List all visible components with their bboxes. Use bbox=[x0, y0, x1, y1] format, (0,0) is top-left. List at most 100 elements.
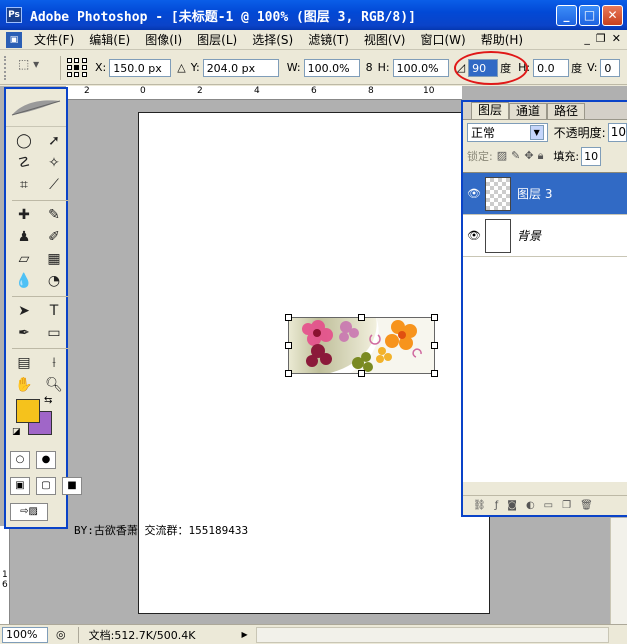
notes-tool-icon[interactable]: ▤ bbox=[12, 353, 36, 374]
tab-paths[interactable]: 路径 bbox=[547, 103, 586, 119]
y-position-field[interactable]: 204.0 px bbox=[202, 58, 279, 77]
doc-minimize-button[interactable]: _ bbox=[584, 32, 590, 45]
close-button[interactable]: ✕ bbox=[602, 5, 623, 26]
type-tool-icon[interactable]: T bbox=[42, 301, 66, 322]
transform-handle[interactable] bbox=[285, 370, 292, 377]
rotation-angle-field[interactable]: 90 bbox=[468, 58, 499, 77]
x-position-field[interactable]: 150.0 px bbox=[109, 58, 172, 77]
blend-mode-select[interactable]: 正常 ▼ bbox=[467, 122, 548, 142]
menu-view[interactable]: 视图(V) bbox=[358, 31, 415, 48]
shape-tool-icon[interactable]: ▭ bbox=[42, 323, 66, 344]
title-bar: Ps Adobe Photoshop - [未标题-1 @ 100% (图层 3… bbox=[0, 0, 627, 30]
menu-window[interactable]: 窗口(W) bbox=[414, 31, 474, 48]
screen-mode-row: ▣ ▢ ■ bbox=[10, 477, 82, 495]
layer-row-layer3[interactable]: 👁︎ 图层 3 bbox=[463, 173, 627, 215]
full-screen-button[interactable]: ■ bbox=[62, 477, 82, 495]
magic-wand-tool-icon[interactable]: ✧ bbox=[42, 153, 66, 174]
lock-all-icon[interactable]: 🔒︎ bbox=[538, 149, 544, 163]
transform-handle[interactable] bbox=[431, 342, 438, 349]
relative-position-icon[interactable]: △ bbox=[177, 61, 185, 74]
foreground-color-swatch[interactable] bbox=[16, 399, 40, 423]
standard-screen-button[interactable]: ▣ bbox=[10, 477, 30, 495]
crop-tool-icon[interactable]: ⌗ bbox=[12, 175, 36, 196]
menu-filter[interactable]: 滤镜(T) bbox=[302, 31, 358, 48]
layer-mask-icon[interactable]: ◙ bbox=[507, 500, 517, 511]
transform-handle[interactable] bbox=[285, 314, 292, 321]
quick-mask-button[interactable]: ● bbox=[36, 451, 56, 469]
standard-mode-button[interactable]: ○ bbox=[10, 451, 30, 469]
chevron-down-icon[interactable]: ▼ bbox=[529, 124, 544, 140]
layer-style-icon[interactable]: ƒ bbox=[495, 500, 499, 511]
status-icon[interactable]: ◎ bbox=[56, 628, 66, 641]
feather-icon[interactable] bbox=[10, 97, 62, 119]
blur-tool-icon[interactable]: 💧 bbox=[12, 271, 36, 292]
transform-handle[interactable] bbox=[431, 314, 438, 321]
layer-row-background[interactable]: 👁︎ 背景 bbox=[463, 215, 627, 257]
options-grip[interactable] bbox=[4, 55, 8, 80]
horizontal-scrollbar[interactable] bbox=[255, 626, 609, 643]
eye-icon[interactable]: 👁︎ bbox=[463, 187, 485, 200]
eraser-tool-icon[interactable]: ▱ bbox=[12, 249, 36, 270]
path-selection-tool-icon[interactable]: ➤ bbox=[12, 301, 36, 322]
lasso-tool-icon[interactable]: ☡ bbox=[12, 153, 36, 174]
flower-layer-image[interactable] bbox=[288, 317, 435, 374]
new-layer-icon[interactable]: ❐ bbox=[562, 500, 571, 511]
marquee-tool-icon[interactable]: ◯ bbox=[12, 131, 36, 152]
lock-transparency-icon[interactable]: ▨ bbox=[497, 149, 507, 163]
jump-to-imageready-button[interactable]: ⇨▨ bbox=[10, 503, 48, 521]
history-brush-tool-icon[interactable]: ✐ bbox=[42, 227, 66, 248]
adjustment-layer-icon[interactable]: ◐ bbox=[526, 500, 535, 511]
opacity-field[interactable]: 10 bbox=[607, 122, 627, 142]
eyedropper-tool-icon[interactable]: ⟊ bbox=[42, 353, 66, 374]
h-skew-field[interactable]: 0.0 bbox=[533, 58, 570, 77]
document-icon[interactable]: ▣ bbox=[6, 31, 22, 48]
angle-icon: ◿ bbox=[456, 61, 466, 74]
minimize-button[interactable]: _ bbox=[556, 5, 577, 26]
transform-handle[interactable] bbox=[358, 370, 365, 377]
doc-restore-button[interactable]: ❐ bbox=[596, 32, 606, 45]
height-scale-field[interactable]: 100.0% bbox=[392, 58, 449, 77]
lock-pixels-icon[interactable]: ✎ bbox=[511, 149, 520, 163]
tool-preset-picker[interactable]: ⬚ ▾ bbox=[18, 57, 54, 79]
link-icon[interactable]: 8 bbox=[366, 61, 373, 74]
transform-handle[interactable] bbox=[358, 314, 365, 321]
lock-position-icon[interactable]: ✥ bbox=[524, 149, 533, 163]
eye-icon[interactable]: 👁︎ bbox=[463, 229, 485, 242]
new-group-icon[interactable]: ▭ bbox=[544, 500, 553, 511]
full-screen-menu-button[interactable]: ▢ bbox=[36, 477, 56, 495]
maximize-button[interactable]: □ bbox=[579, 5, 600, 26]
tab-channels[interactable]: 通道 bbox=[509, 103, 548, 119]
menu-layer[interactable]: 图层(L) bbox=[191, 31, 246, 48]
gradient-tool-icon[interactable]: ▦ bbox=[42, 249, 66, 270]
menu-file[interactable]: 文件(F) bbox=[28, 31, 83, 48]
transform-handle[interactable] bbox=[431, 370, 438, 377]
link-layers-icon[interactable]: ⛓ bbox=[473, 500, 486, 511]
pen-tool-icon[interactable]: ✒ bbox=[12, 323, 36, 344]
hand-tool-icon[interactable]: ✋ bbox=[12, 375, 36, 396]
zoom-level-field[interactable]: 100% bbox=[2, 626, 48, 643]
reference-point-grid[interactable] bbox=[67, 57, 87, 78]
v-skew-field[interactable]: 0 bbox=[600, 58, 621, 77]
menu-edit[interactable]: 编辑(E) bbox=[83, 31, 139, 48]
brush-tool-icon[interactable]: ✎ bbox=[42, 205, 66, 226]
zoom-tool-icon[interactable]: 🔍︎ bbox=[42, 375, 66, 396]
default-colors-icon[interactable]: ◪ bbox=[12, 427, 21, 437]
slice-tool-icon[interactable]: ⟋ bbox=[42, 175, 66, 196]
healing-brush-tool-icon[interactable]: ✚ bbox=[12, 205, 36, 226]
dodge-tool-icon[interactable]: ◔ bbox=[42, 271, 66, 292]
menu-image[interactable]: 图像(I) bbox=[139, 31, 191, 48]
menu-help[interactable]: 帮助(H) bbox=[475, 31, 532, 48]
clone-stamp-tool-icon[interactable]: ♟ bbox=[12, 227, 36, 248]
width-scale-field[interactable]: 100.0% bbox=[303, 58, 360, 77]
status-menu-arrow-icon[interactable]: ▶ bbox=[238, 630, 252, 639]
move-tool-icon[interactable]: ➚ bbox=[42, 131, 66, 152]
tab-layers[interactable]: 图层 bbox=[471, 102, 510, 119]
doc-close-button[interactable]: ✕ bbox=[612, 32, 621, 45]
transform-handle[interactable] bbox=[285, 342, 292, 349]
vertical-scrollbar[interactable] bbox=[610, 518, 627, 624]
swap-colors-icon[interactable]: ⇆ bbox=[44, 395, 52, 406]
fill-field[interactable]: 10 bbox=[581, 146, 602, 166]
photoshop-app-icon[interactable]: Ps bbox=[6, 7, 22, 23]
menu-select[interactable]: 选择(S) bbox=[246, 31, 302, 48]
delete-layer-icon[interactable]: 🗑︎ bbox=[580, 500, 593, 511]
